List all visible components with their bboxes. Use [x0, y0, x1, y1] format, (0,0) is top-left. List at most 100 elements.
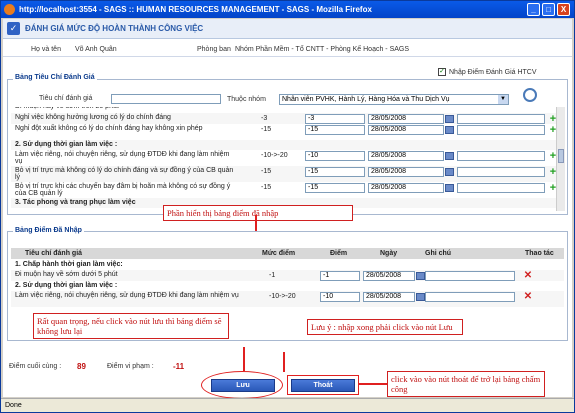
chevron-down-icon: ▼	[498, 95, 508, 104]
name-value: Võ Anh Quân	[75, 46, 117, 53]
col-criteria: Tiêu chí đánh giá	[25, 250, 83, 257]
criteria-desc: Bỏ vị trí trực mà không có lý do chính đ…	[15, 167, 234, 181]
criteria-desc: 1. Chấp hành thời gian làm việc:	[15, 261, 123, 268]
criteria-table: Đi muộn hay về sớm trên 20 phút Nghỉ việc…	[11, 107, 556, 211]
note-input[interactable]	[457, 167, 545, 177]
scroll-thumb[interactable]	[558, 149, 564, 163]
score-input[interactable]: -15	[305, 167, 365, 177]
score-input[interactable]: -10	[305, 151, 365, 161]
close-button[interactable]: X	[557, 3, 570, 16]
level-value: -15	[261, 184, 272, 191]
firefox-icon	[4, 4, 15, 15]
level-value: -10->-20	[269, 293, 296, 300]
calendar-icon[interactable]	[445, 184, 454, 192]
page-header: ✓ ĐÁNH GIÁ MỨC ĐỘ HOÀN THÀNH CÔNG VIỆC	[3, 19, 572, 39]
dept-value: Nhóm Phần Mềm - Tổ CNTT - Phòng Kế Hoạch…	[235, 46, 410, 53]
group-select[interactable]: Nhân viên PVHK, Hành Lý, Hàng Hóa và Thu…	[279, 94, 509, 105]
criteria-desc: Làm việc riêng, nói chuyện riêng, sử dụn…	[15, 292, 239, 299]
criteria-desc: Làm việc riêng, nói chuyện riêng, sử dụn…	[15, 151, 230, 165]
calendar-icon[interactable]	[445, 126, 454, 134]
score-input[interactable]: -10	[320, 292, 360, 302]
date-input[interactable]: 28/05/2008	[363, 271, 415, 281]
add-icon[interactable]: +	[548, 151, 556, 162]
col-note: Ghi chú	[425, 250, 452, 257]
criteria-desc: Bỏ vị trí trực khi các chuyến bay đâm bị…	[15, 183, 231, 197]
save-highlight-ellipse	[201, 371, 283, 399]
entered-table-header: Tiêu chí đánh giá Mức điểm Điểm Ngày Ghi…	[11, 248, 564, 259]
add-icon[interactable]: +	[548, 125, 556, 136]
col-action: Thao tác	[525, 250, 554, 257]
browser-window: http://localhost:3554 - SAGS :: HUMAN RE…	[0, 0, 575, 413]
annotation-entered-table: Phần hiển thị bảng điểm đã nhập	[163, 205, 353, 221]
criteria-desc: Nghỉ việc không hưởng lương có lý do chí…	[15, 114, 171, 121]
level-value: -15	[261, 126, 272, 133]
col-level: Mức điểm	[262, 250, 296, 257]
final-score-value: 89	[77, 362, 86, 371]
window-title: http://localhost:3554 - SAGS :: HUMAN RE…	[19, 5, 372, 14]
page-content: ✓ ĐÁNH GIÁ MỨC ĐỘ HOÀN THÀNH CÔNG VIỆC H…	[3, 19, 572, 399]
final-score-label: Điểm cuối cùng :	[9, 363, 62, 370]
table-row: Nghỉ việc không hưởng lương có lý do chí…	[11, 113, 556, 125]
employee-info: Họ và tên Võ Anh Quân Phòng ban Nhóm Phầ…	[3, 43, 572, 57]
status-text: Done	[5, 402, 22, 409]
note-input[interactable]	[457, 151, 545, 161]
note-input[interactable]	[457, 183, 545, 193]
annotation-arrow	[243, 347, 245, 371]
calendar-icon[interactable]	[445, 168, 454, 176]
criteria-desc: 2. Sử dụng thời gian làm việc :	[15, 141, 118, 148]
table-row: Bỏ vị trí trực khi các chuyến bay đâm bị…	[11, 182, 556, 198]
dept-label: Phòng ban	[197, 46, 231, 53]
date-input[interactable]: 28/05/2008	[363, 292, 415, 302]
form-icon: ✓	[7, 22, 20, 35]
annotation-important: Rất quan trọng, nếu click vào nút lưu th…	[33, 313, 229, 339]
criteria-filter-input[interactable]	[111, 94, 221, 104]
criteria-legend: Bảng Tiêu Chí Đánh Giá	[13, 74, 97, 81]
level-value: -15	[261, 168, 272, 175]
table-row: Đi muộn hay về sớm dưới 5 phút -1 -1 28/05/…	[11, 270, 564, 281]
score-input[interactable]: -1	[320, 271, 360, 281]
note-input[interactable]	[425, 292, 515, 302]
date-input[interactable]: 28/05/2008	[368, 151, 444, 161]
score-input[interactable]: -15	[305, 183, 365, 193]
add-icon[interactable]: +	[548, 114, 556, 125]
score-input[interactable]: -3	[305, 114, 365, 124]
minimize-button[interactable]: _	[527, 3, 540, 16]
note-input[interactable]	[425, 271, 515, 281]
group-row: 2. Sử dụng thời gian làm việc :	[11, 140, 556, 150]
page-title: ĐÁNH GIÁ MỨC ĐỘ HOÀN THÀNH CÔNG VIỆC	[25, 24, 204, 33]
table-row: Bỏ vị trí trực mà không có lý do chính đ…	[11, 166, 556, 182]
criteria-desc: Đi muộn hay về sớm trên 20 phút	[15, 107, 237, 110]
criteria-scrollbar[interactable]	[556, 107, 565, 211]
score-input[interactable]: -15	[305, 125, 365, 135]
delete-icon[interactable]: ✕	[523, 271, 533, 281]
annotation-arrow	[359, 383, 387, 385]
note-input[interactable]	[457, 125, 545, 135]
add-icon[interactable]: +	[548, 167, 556, 178]
add-icon[interactable]: +	[548, 183, 556, 194]
date-input[interactable]: 28/05/2008	[368, 167, 444, 177]
calendar-icon[interactable]	[445, 152, 454, 160]
date-input[interactable]: 28/05/2008	[368, 114, 444, 124]
criteria-filter-label: Tiêu chí đánh giá	[39, 95, 93, 102]
level-value: -3	[261, 115, 268, 122]
calendar-icon[interactable]	[416, 272, 425, 280]
search-icon[interactable]	[523, 88, 537, 102]
enter-score-checkbox[interactable]: ✓	[438, 68, 446, 76]
criteria-desc: Nghỉ đột xuất không có lý do chính đáng …	[15, 125, 203, 132]
group-row: 2. Sử dụng thời gian làm việc :	[11, 281, 564, 291]
date-input[interactable]: 28/05/2008	[368, 183, 444, 193]
criteria-desc: 2. Sử dụng thời gian làm việc :	[15, 282, 118, 289]
date-input[interactable]: 28/05/2008	[368, 125, 444, 135]
title-bar: http://localhost:3554 - SAGS :: HUMAN RE…	[1, 1, 574, 18]
delete-icon[interactable]: ✕	[523, 292, 533, 302]
col-date: Ngày	[380, 250, 398, 257]
group-select-value: Nhân viên PVHK, Hành Lý, Hàng Hóa và Thu…	[282, 96, 450, 103]
annotation-save-note: Lưu ý : nhập xong phải click vào nút Lưu	[307, 319, 463, 335]
note-input[interactable]	[457, 114, 545, 124]
table-row: Nghỉ đột xuất không có lý do chính đáng …	[11, 124, 556, 140]
calendar-icon[interactable]	[445, 115, 454, 123]
group-row: 1. Chấp hành thời gian làm việc:	[11, 260, 564, 270]
group-label: Thuộc nhóm	[227, 96, 266, 103]
maximize-button[interactable]: □	[542, 3, 555, 16]
calendar-icon[interactable]	[416, 293, 425, 301]
